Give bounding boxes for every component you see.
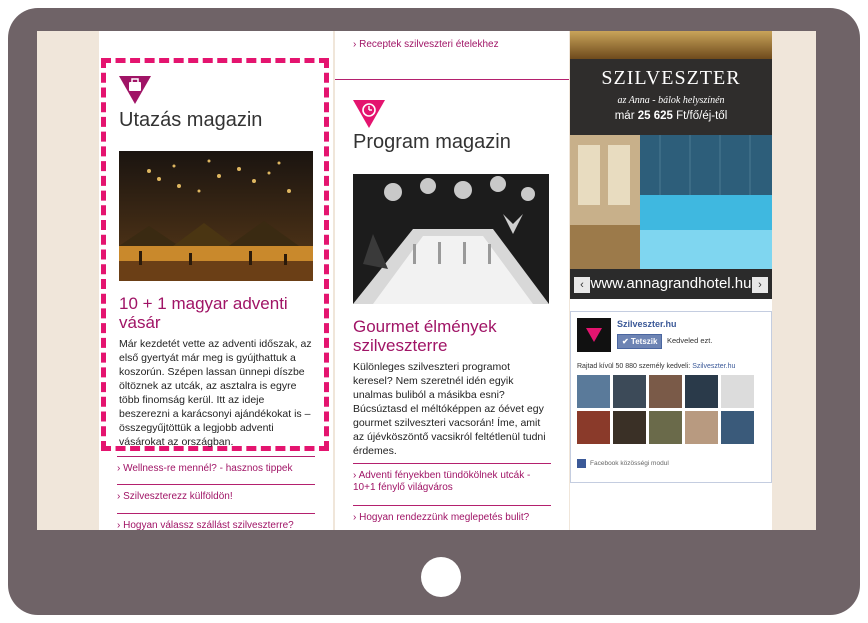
fb-like-button[interactable]: ✔ Tetszik [617, 334, 663, 349]
fb-page-name[interactable]: Szilveszter.hu [617, 319, 677, 329]
link-recipes[interactable]: Receptek szilveszteri ételekhez [353, 33, 551, 51]
magazine-title[interactable]: Utazás magazin [119, 109, 262, 132]
fan-avatar[interactable] [721, 411, 754, 444]
fan-avatar[interactable] [613, 375, 646, 408]
ad-url: www.annagrandhotel.hu [570, 269, 772, 299]
ad-subtitle: az Anna - bálok helyszínén [617, 95, 725, 106]
fan-avatar[interactable] [577, 411, 610, 444]
divider [335, 79, 569, 80]
travel-magazine-column: Utazás magazin 10 + 1 magyar adventi vás… [99, 31, 333, 530]
clock-icon [353, 100, 385, 128]
suitcase-icon [119, 76, 151, 104]
ad-price: már 25 625 Ft/fő/éj-től [570, 110, 772, 122]
link-accommodation[interactable]: Hogyan válassz szállást szilveszterre? [117, 513, 315, 530]
home-button[interactable] [421, 557, 461, 597]
link-advent-lights[interactable]: Adventi fényekben tündökölnek utcák - 10… [353, 463, 551, 494]
ad-prev-button[interactable]: ‹ [574, 277, 590, 293]
fb-like-status: Kedveled ezt. [667, 336, 713, 345]
fb-footer-text: Facebook közösségi modul [590, 460, 669, 468]
fb-footer: Facebook közösségi modul [577, 459, 669, 468]
christmas-market-photo[interactable] [119, 151, 313, 281]
fan-avatar[interactable] [613, 411, 646, 444]
ad-price-suffix: Ft/fő/éj-től [676, 110, 728, 122]
ad-price-value: 25 625 [637, 110, 673, 122]
ad-next-button[interactable]: › [752, 277, 768, 293]
fb-count-text: Rajtad kívül 50 880 személy kedveli: [577, 363, 691, 370]
link-abroad[interactable]: Szilveszterezz külföldön! [117, 484, 315, 503]
hotel-ad-banner[interactable]: SZILVESZTER az Anna - bálok helyszínén m… [570, 31, 772, 299]
facebook-icon [577, 459, 586, 468]
article-title[interactable]: 10 + 1 magyar adventi vásár [119, 294, 309, 332]
magazine-title[interactable]: Program magazin [353, 131, 511, 154]
fan-avatar[interactable] [649, 375, 682, 408]
gourmet-dinner-photo[interactable] [353, 174, 549, 304]
ad-title: SZILVESZTER [601, 67, 741, 89]
article-title[interactable]: Gourmet élmények szilveszterre [353, 317, 553, 355]
fb-count-link[interactable]: Szilveszter.hu [692, 363, 735, 370]
fan-avatar[interactable] [649, 411, 682, 444]
fan-avatar[interactable] [685, 375, 718, 408]
page-logo[interactable] [577, 318, 611, 352]
link-wellness[interactable]: Wellness-re mennél? - hasznos tippek [117, 456, 315, 475]
link-surprise-party[interactable]: Hogyan rendezzünk meglepetés bulit? [353, 505, 551, 524]
program-magazine-column: Receptek szilveszteri ételekhez Program … [335, 31, 569, 530]
article-text: Már kezdetét vette az adventi időszak, a… [119, 338, 312, 448]
ad-palace-image [570, 31, 772, 59]
facebook-like-box: Szilveszter.hu ✔ Tetszik Kedveled ezt. R… [570, 311, 772, 483]
ad-pool-image [570, 135, 772, 269]
ad-price-prefix: már [614, 110, 635, 122]
fan-avatar[interactable] [721, 375, 754, 408]
article-text: Különleges szilveszteri programot kerese… [353, 361, 546, 457]
fan-avatar[interactable] [685, 411, 718, 444]
fb-like-count: Rajtad kívül 50 880 személy kedveli: Szi… [577, 363, 735, 370]
sidebar-column: SZILVESZTER az Anna - bálok helyszínén m… [570, 31, 772, 530]
ad-text-band: SZILVESZTER az Anna - bálok helyszínén m… [570, 59, 772, 135]
fan-avatar[interactable] [577, 375, 610, 408]
screen: Utazás magazin 10 + 1 magyar adventi vás… [37, 31, 816, 530]
